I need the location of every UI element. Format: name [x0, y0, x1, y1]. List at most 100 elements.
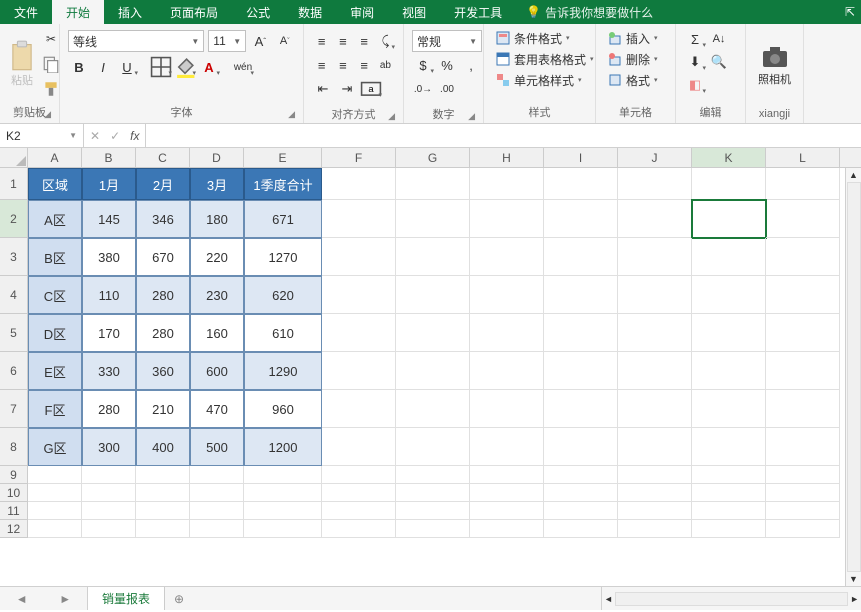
camera-button[interactable]: 照相机: [752, 26, 797, 106]
align-center-button[interactable]: ≡: [333, 54, 352, 76]
cell-L3[interactable]: [766, 238, 840, 276]
cell-I4[interactable]: [544, 276, 618, 314]
cell-L2[interactable]: [766, 200, 840, 238]
italic-button[interactable]: I: [92, 56, 114, 78]
dialog-launcher-icon[interactable]: ◢: [388, 111, 395, 122]
accounting-format-button[interactable]: $▾: [412, 54, 434, 76]
cell-C8[interactable]: 400: [136, 428, 190, 466]
row-header-12[interactable]: 12: [0, 520, 27, 538]
cell-C9[interactable]: [136, 466, 190, 484]
cell-I1[interactable]: [544, 168, 618, 200]
sheet-tab[interactable]: 销量报表: [88, 587, 165, 610]
align-bottom-button[interactable]: ≡: [355, 30, 374, 52]
menu-tab-7[interactable]: 视图: [388, 0, 440, 24]
cell-B10[interactable]: [82, 484, 136, 502]
cell-J6[interactable]: [618, 352, 692, 390]
cell-B4[interactable]: 110: [82, 276, 136, 314]
cell-G11[interactable]: [396, 502, 470, 520]
row-header-1[interactable]: 1: [0, 168, 27, 200]
cell-A1[interactable]: 区域: [28, 168, 82, 200]
cell-B3[interactable]: 380: [82, 238, 136, 276]
sheet-nav-prev-button[interactable]: ◄: [16, 592, 28, 606]
cell-E11[interactable]: [244, 502, 322, 520]
cell-C7[interactable]: 210: [136, 390, 190, 428]
cell-F8[interactable]: [322, 428, 396, 466]
cell-C2[interactable]: 346: [136, 200, 190, 238]
cell-E8[interactable]: 1200: [244, 428, 322, 466]
cell-J8[interactable]: [618, 428, 692, 466]
cell-H2[interactable]: [470, 200, 544, 238]
cell-L9[interactable]: [766, 466, 840, 484]
cell-K1[interactable]: [692, 168, 766, 200]
increase-font-button[interactable]: Aˆ: [250, 30, 270, 52]
cell-D9[interactable]: [190, 466, 244, 484]
cell-J4[interactable]: [618, 276, 692, 314]
cell-J12[interactable]: [618, 520, 692, 538]
underline-button[interactable]: U▾: [116, 56, 138, 78]
cell-K7[interactable]: [692, 390, 766, 428]
cell-C10[interactable]: [136, 484, 190, 502]
cell-F12[interactable]: [322, 520, 396, 538]
phonetic-button[interactable]: wén▾: [232, 56, 254, 78]
cell-A5[interactable]: D区: [28, 314, 82, 352]
cell-B8[interactable]: 300: [82, 428, 136, 466]
cell-C1[interactable]: 2月: [136, 168, 190, 200]
cell-L8[interactable]: [766, 428, 840, 466]
format-as-table-button[interactable]: 套用表格格式▾: [492, 49, 587, 69]
cell-L1[interactable]: [766, 168, 840, 200]
increase-decimal-button[interactable]: .0→: [412, 78, 434, 100]
col-header-B[interactable]: B: [82, 148, 136, 167]
cell-H4[interactable]: [470, 276, 544, 314]
cell-G5[interactable]: [396, 314, 470, 352]
cell-F3[interactable]: [322, 238, 396, 276]
horizontal-scrollbar[interactable]: ◄►: [601, 587, 861, 610]
row-header-7[interactable]: 7: [0, 390, 27, 428]
cell-C5[interactable]: 280: [136, 314, 190, 352]
cell-I12[interactable]: [544, 520, 618, 538]
format-painter-button[interactable]: [42, 80, 60, 98]
cell-H12[interactable]: [470, 520, 544, 538]
cell-E10[interactable]: [244, 484, 322, 502]
cell-F10[interactable]: [322, 484, 396, 502]
cell-F2[interactable]: [322, 200, 396, 238]
cell-A11[interactable]: [28, 502, 82, 520]
cell-B5[interactable]: 170: [82, 314, 136, 352]
enter-formula-button[interactable]: ✓: [110, 129, 120, 143]
decrease-font-button[interactable]: Aˇ: [275, 30, 295, 52]
find-button[interactable]: 🔍: [708, 51, 730, 73]
cell-J11[interactable]: [618, 502, 692, 520]
row-header-2[interactable]: 2: [0, 200, 27, 238]
cell-G9[interactable]: [396, 466, 470, 484]
cell-K12[interactable]: [692, 520, 766, 538]
row-header-5[interactable]: 5: [0, 314, 27, 352]
sheet-nav-next-button[interactable]: ►: [59, 592, 71, 606]
cell-E6[interactable]: 1290: [244, 352, 322, 390]
select-all-corner[interactable]: [0, 148, 28, 167]
borders-button[interactable]: ▾: [150, 56, 172, 78]
cell-I5[interactable]: [544, 314, 618, 352]
cell-J9[interactable]: [618, 466, 692, 484]
decrease-indent-button[interactable]: ⇤: [312, 78, 334, 100]
insert-cells-button[interactable]: 插入▾: [604, 28, 667, 48]
menu-tab-5[interactable]: 数据: [284, 0, 336, 24]
cell-K8[interactable]: [692, 428, 766, 466]
font-name-combo[interactable]: 等线▼: [68, 30, 204, 52]
cell-D4[interactable]: 230: [190, 276, 244, 314]
cell-I9[interactable]: [544, 466, 618, 484]
cell-A10[interactable]: [28, 484, 82, 502]
cell-K5[interactable]: [692, 314, 766, 352]
col-header-L[interactable]: L: [766, 148, 840, 167]
cell-D12[interactable]: [190, 520, 244, 538]
cell-G3[interactable]: [396, 238, 470, 276]
cell-F9[interactable]: [322, 466, 396, 484]
cell-K10[interactable]: [692, 484, 766, 502]
merge-button[interactable]: a▾: [360, 78, 382, 100]
cell-J10[interactable]: [618, 484, 692, 502]
col-header-I[interactable]: I: [544, 148, 618, 167]
cell-B2[interactable]: 145: [82, 200, 136, 238]
cell-A9[interactable]: [28, 466, 82, 484]
cell-B12[interactable]: [82, 520, 136, 538]
menu-tab-2[interactable]: 插入: [104, 0, 156, 24]
cell-C6[interactable]: 360: [136, 352, 190, 390]
cell-F4[interactable]: [322, 276, 396, 314]
